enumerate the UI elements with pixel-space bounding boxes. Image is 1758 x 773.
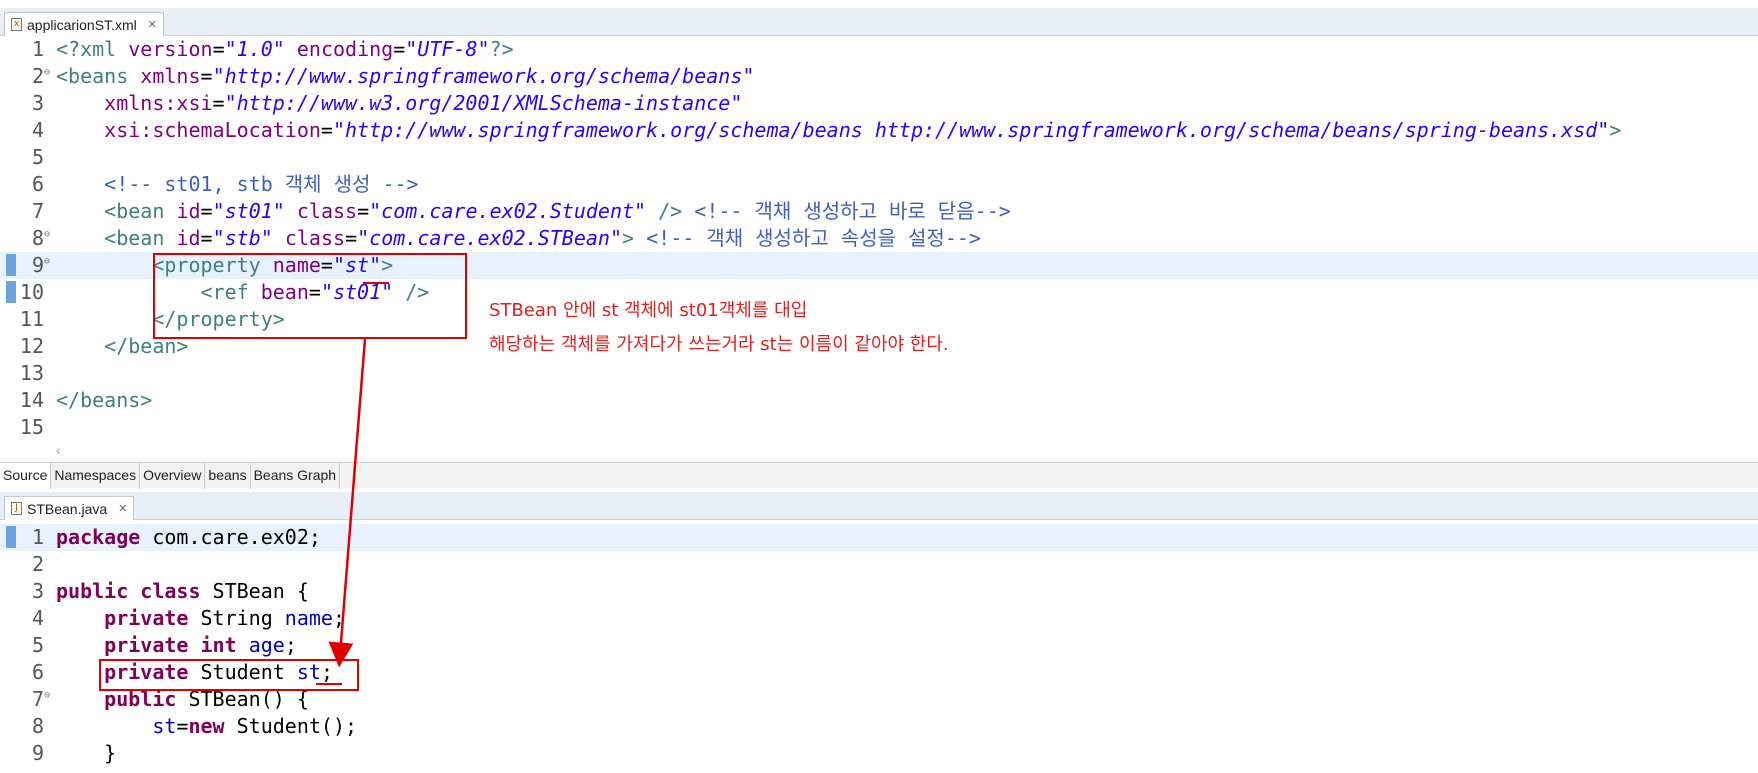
annotation-arrow [328, 338, 367, 668]
